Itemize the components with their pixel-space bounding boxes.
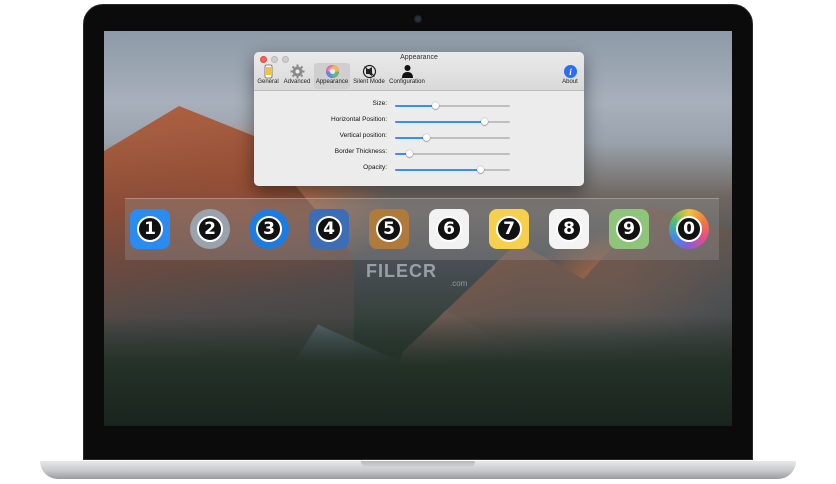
- vertical-position-label: Vertical position:: [339, 132, 387, 139]
- color-wheel-icon: [325, 64, 340, 79]
- opacity-label: Opacity:: [363, 164, 387, 171]
- size-label: Size:: [372, 100, 387, 107]
- toolbar-general[interactable]: General: [257, 63, 279, 89]
- dock-item-contacts[interactable]: 5: [369, 209, 409, 249]
- shortcut-number: 2: [197, 216, 223, 242]
- dock-item-launchpad[interactable]: 2: [190, 209, 230, 249]
- toolbar-configuration[interactable]: Configuration: [387, 63, 427, 89]
- horizontal-position-slider-knob[interactable]: [481, 118, 489, 125]
- phone-icon: [261, 64, 276, 79]
- shortcut-number: 0: [676, 216, 702, 242]
- watermark-sub: .com: [450, 279, 468, 288]
- preferences-window: Appearance General Advanced Appearance S…: [254, 52, 584, 186]
- opacity-slider-fill: [395, 169, 481, 171]
- window-titlebar: Appearance General Advanced Appearance S…: [254, 52, 584, 91]
- border-thickness-label: Border Thickness:: [334, 148, 387, 155]
- window-title: Appearance: [400, 54, 438, 61]
- border-thickness-slider-knob[interactable]: [406, 150, 414, 157]
- size-slider-knob[interactable]: [431, 102, 439, 109]
- gear-icon: [290, 64, 305, 79]
- shortcut-number: 8: [556, 216, 582, 242]
- setting-row-vertical-position: Vertical position:: [254, 132, 584, 144]
- horizontal-position-label: Horizontal Position:: [331, 116, 387, 123]
- horizontal-position-slider[interactable]: [395, 118, 510, 125]
- shortcut-number: 4: [316, 216, 342, 242]
- dock-item-mail[interactable]: 4: [309, 209, 349, 249]
- horizontal-position-slider-fill: [395, 121, 485, 123]
- opacity-slider-knob[interactable]: [476, 166, 484, 173]
- laptop-notch: [361, 461, 475, 468]
- toolbar-advanced[interactable]: Advanced: [282, 63, 312, 89]
- dock-item-notes[interactable]: 7: [489, 209, 529, 249]
- shortcut-number: 5: [376, 216, 402, 242]
- toolbar-about[interactable]: i About: [560, 63, 580, 89]
- person-icon: [400, 64, 415, 79]
- toolbar-appearance[interactable]: Appearance: [314, 63, 350, 89]
- desktop-screen: FILECR .com Appearance General Advanced: [104, 31, 732, 426]
- wallpaper-forest: [104, 316, 732, 426]
- size-slider-fill: [395, 105, 436, 107]
- shortcut-number: 1: [137, 216, 163, 242]
- vertical-position-slider[interactable]: [395, 134, 510, 141]
- camera-icon: [414, 15, 422, 23]
- opacity-slider[interactable]: [395, 166, 510, 173]
- setting-row-horizontal-position: Horizontal Position:: [254, 116, 584, 128]
- shortcut-number: 3: [256, 216, 282, 242]
- dock-item-photos[interactable]: 0: [669, 209, 709, 249]
- vertical-position-slider-knob[interactable]: [422, 134, 430, 141]
- size-slider[interactable]: [395, 102, 510, 109]
- setting-row-opacity: Opacity:: [254, 164, 584, 176]
- watermark: FILECR: [366, 261, 437, 281]
- dock-overlay: 1 2 3 4 5 6 7 8 9 0: [125, 198, 719, 260]
- dock-item-finder[interactable]: 1: [130, 209, 170, 249]
- dock-item-reminders[interactable]: 8: [549, 209, 589, 249]
- appearance-settings: Size: Horizontal Position: Vertical posi…: [254, 91, 584, 186]
- silent-mode-icon: [362, 64, 377, 79]
- setting-row-size: Size:: [254, 100, 584, 112]
- shortcut-number: 7: [496, 216, 522, 242]
- border-thickness-slider[interactable]: [395, 150, 510, 157]
- info-icon: i: [563, 64, 578, 79]
- shortcut-number: 9: [616, 216, 642, 242]
- shortcut-number: 6: [436, 216, 462, 242]
- dock-item-safari[interactable]: 3: [249, 209, 289, 249]
- vertical-position-slider-fill: [395, 137, 427, 139]
- setting-row-border-thickness: Border Thickness:: [254, 148, 584, 160]
- dock-item-calendar[interactable]: 6: [429, 209, 469, 249]
- dock-item-maps[interactable]: 9: [609, 209, 649, 249]
- toolbar-silent-mode[interactable]: Silent Mode: [352, 63, 386, 89]
